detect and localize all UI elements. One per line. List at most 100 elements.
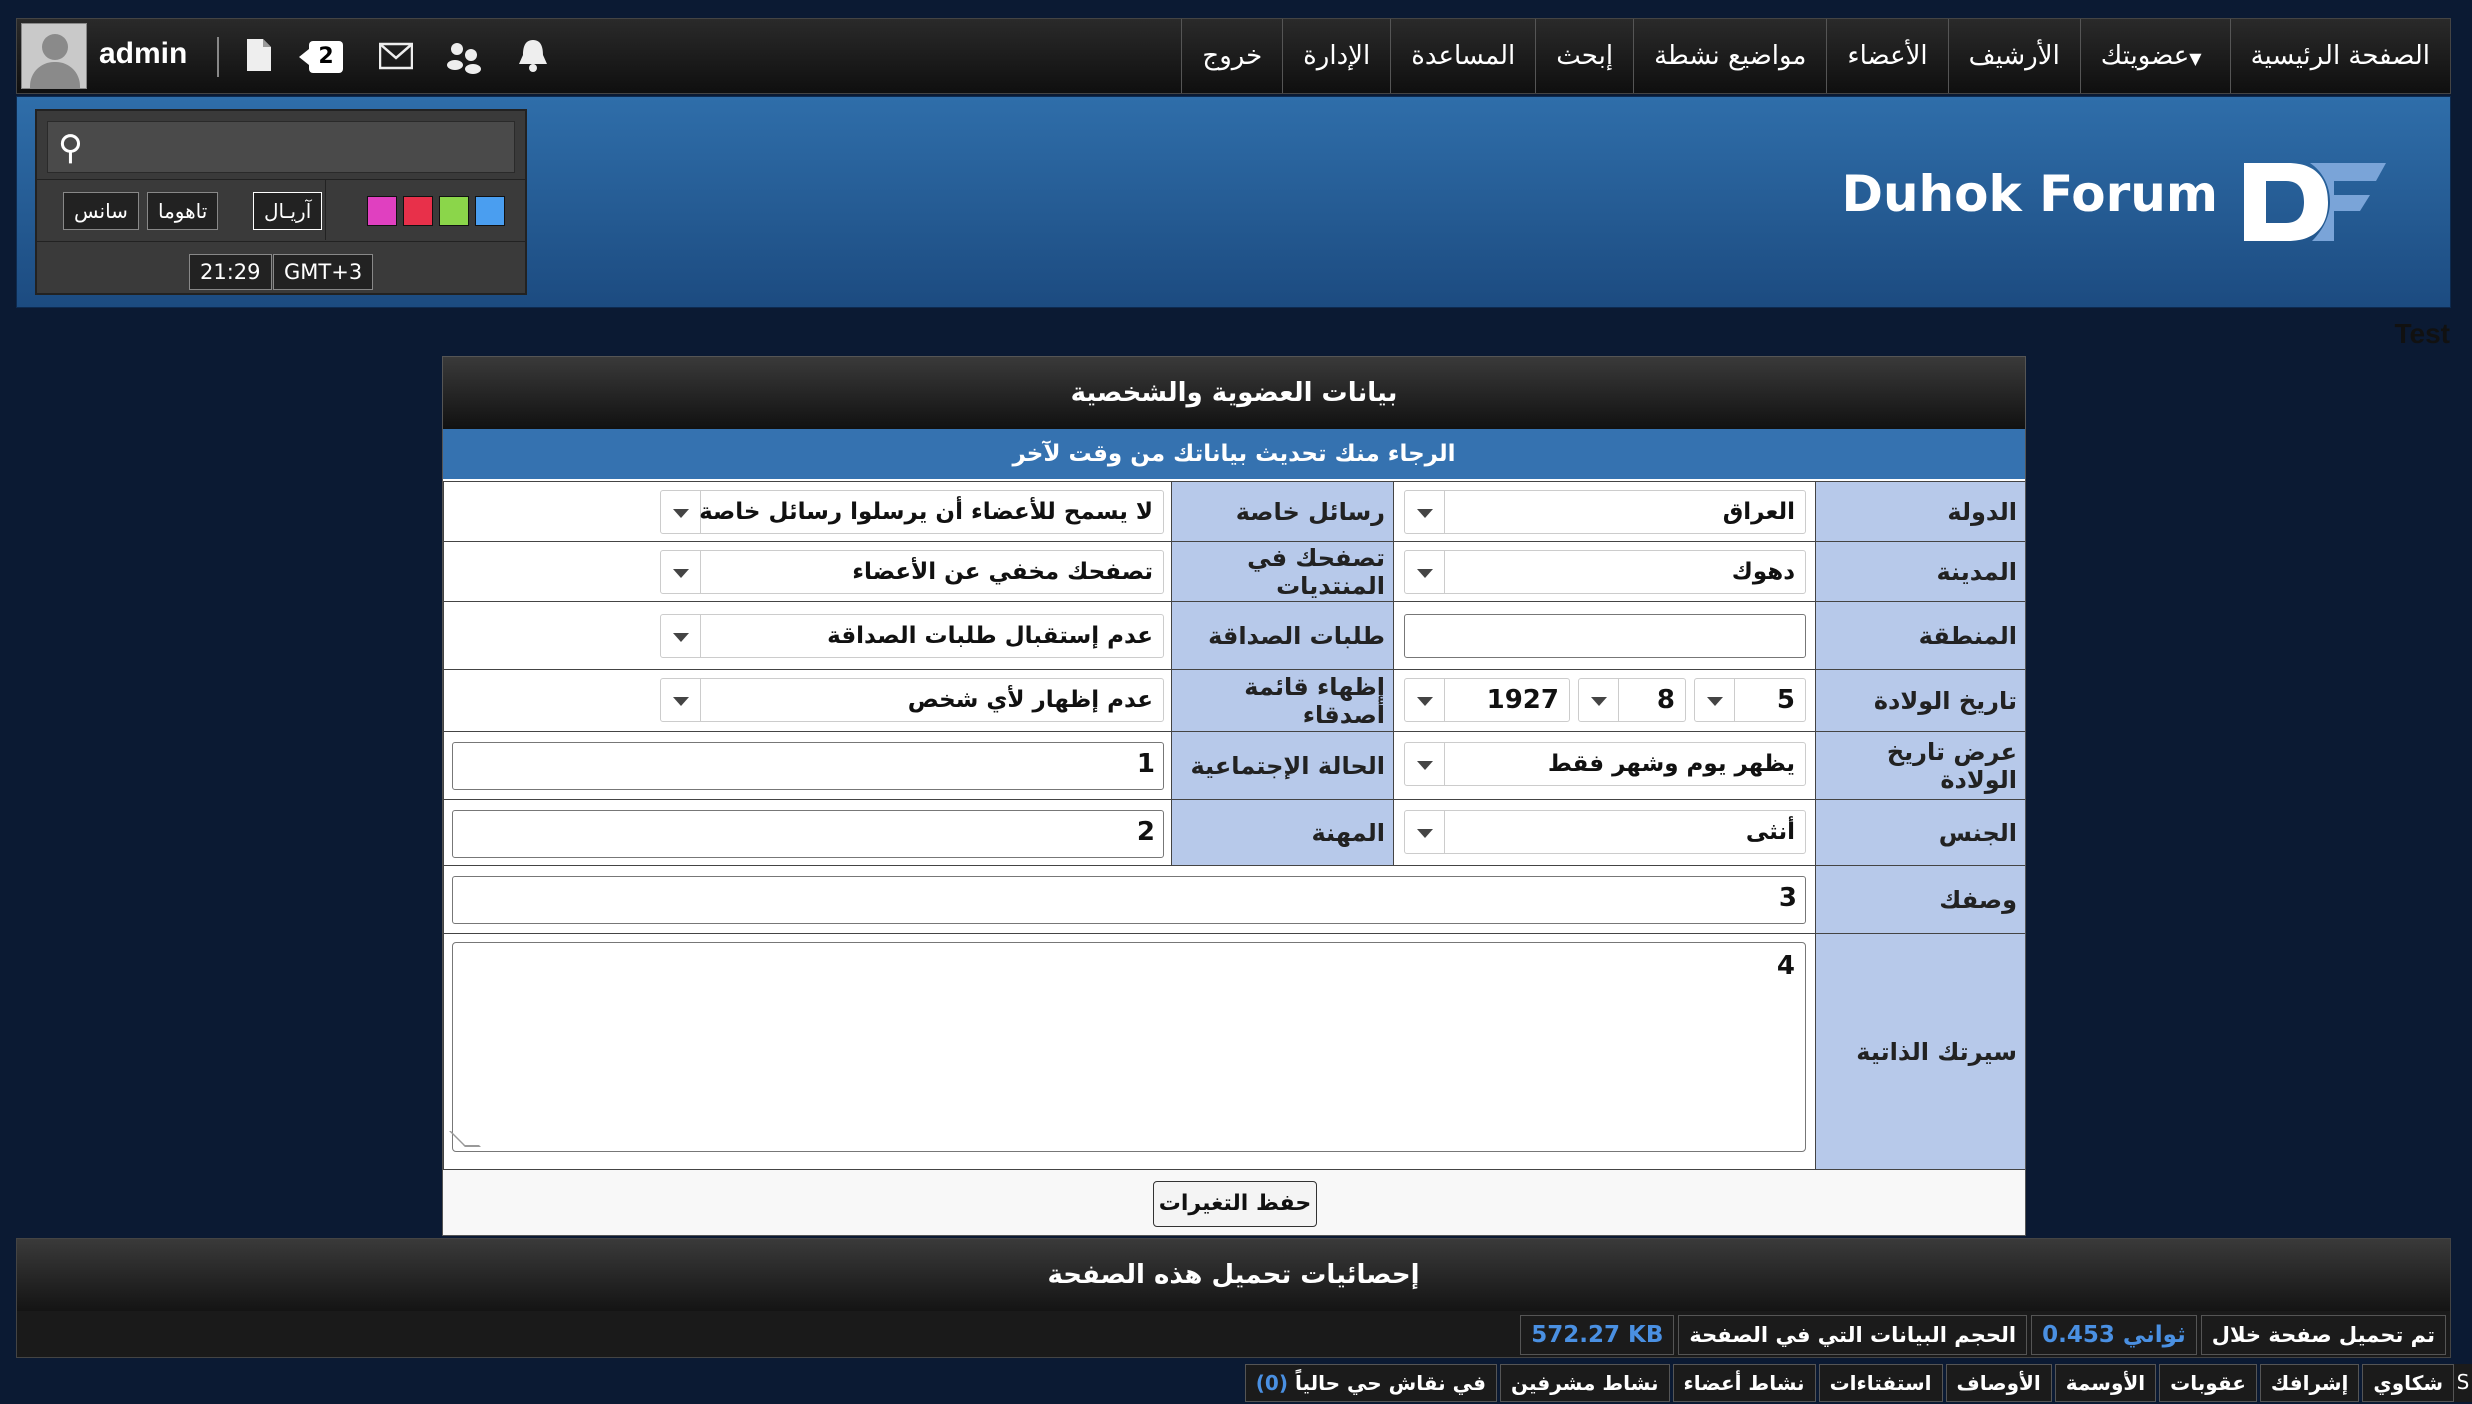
mail-icon[interactable] — [379, 41, 413, 71]
form-subtitle: الرجاء منك تحديث بياناتك من وقت لآخر — [443, 429, 2025, 479]
chevron-down-icon — [1405, 743, 1445, 785]
friend-requests-value: عدم إستقبال طلبات الصداقة — [827, 623, 1153, 649]
page-size-label: الحجم البيانات التي في الصفحة — [1678, 1315, 2028, 1355]
nav-logout[interactable]: خروج — [1181, 19, 1282, 93]
font-option-tahoma[interactable]: تاهوما — [147, 192, 219, 230]
pm-select[interactable]: لا يسمح للأعضاء أن يرسلوا رسائل خاصة — [660, 490, 1164, 534]
chevron-down-icon — [1695, 679, 1735, 721]
gender-select[interactable]: أنثى — [1404, 810, 1806, 854]
description-input[interactable]: 3 — [452, 876, 1806, 924]
user-avatar[interactable] — [21, 23, 87, 89]
search-icon[interactable]: ⚲ — [58, 128, 83, 168]
country-cell: العراق — [1393, 482, 1815, 541]
nav-archive[interactable]: الأرشيف — [1947, 19, 2080, 93]
bottom-link-medals[interactable]: الأوسمة — [2054, 1364, 2157, 1402]
nav-active-topics[interactable]: مواضيع نشطة — [1633, 19, 1826, 93]
form-row-bio: سيرتك الذاتية 4 — [443, 933, 2025, 1169]
font-option-sans[interactable]: سانس — [63, 192, 139, 230]
bottom-link-moderator-activity[interactable]: نشاط مشرفين — [1499, 1364, 1670, 1402]
nav-membership[interactable]: عضويتك▼ — [2079, 19, 2230, 93]
marital-status-input[interactable]: 1 — [452, 742, 1164, 790]
nav-admin[interactable]: الإدارة — [1282, 19, 1390, 93]
bottom-link-supervision[interactable]: إشرافك — [2259, 1364, 2360, 1402]
city-select[interactable]: دهوك — [1404, 550, 1806, 594]
friend-requests-cell: عدم إستقبال طلبات الصداقة — [443, 602, 1171, 669]
pm-label: رسائل خاصة — [1171, 482, 1393, 541]
marital-status-cell: 1 — [443, 732, 1171, 799]
bottom-edge-marker: S — [2454, 1364, 2472, 1402]
birth-display-value: يظهر يوم وشهر فقط — [1547, 751, 1795, 777]
gender-label: الجنس — [1815, 800, 2025, 865]
site-logo-icon[interactable] — [2240, 159, 2390, 245]
birth-display-select[interactable]: يظهر يوم وشهر فقط — [1404, 742, 1806, 786]
nav-search[interactable]: إبحث — [1535, 19, 1633, 93]
bottom-link-descriptions[interactable]: الأوصاف — [1945, 1364, 2052, 1402]
nav-home[interactable]: الصفحة الرئيسية — [2229, 19, 2450, 93]
font-option-arial[interactable]: آريـال — [253, 192, 323, 230]
live-chat-count: (0) — [1255, 1371, 1288, 1395]
birthdate-cell: 5 8 1927 — [1393, 670, 1815, 731]
bottom-link-live-chat[interactable]: في نقاش حي حالياً (0) — [1244, 1364, 1497, 1402]
color-swatch-magenta[interactable] — [367, 196, 397, 226]
stats-row: تم تحميل صفحة خلال 0.453 ثواني الحجم الب… — [1516, 1315, 2446, 1355]
color-swatch-green[interactable] — [439, 196, 469, 226]
friends-list-select[interactable]: عدم إظهار لأي شخص — [660, 678, 1164, 722]
site-logo-text[interactable]: Duhok Forum — [1841, 165, 2218, 223]
username[interactable]: admin — [99, 37, 187, 71]
birth-display-cell: يظهر يوم وشهر فقط — [1393, 732, 1815, 799]
form-row-city: المدينة دهوك تصفحك في المنتديات تصفحك مخ… — [443, 541, 2025, 601]
browse-select[interactable]: تصفحك مخفي عن الأعضاء — [660, 550, 1164, 594]
time-row: GMT+3 21:29 — [37, 241, 525, 295]
form-row-region: المنطقة طلبات الصداقة عدم إستقبال طلبات … — [443, 601, 2025, 669]
bio-textarea[interactable]: 4 — [452, 942, 1806, 1152]
save-changes-button[interactable]: حفظ التغيرات — [1153, 1181, 1317, 1227]
nav-members[interactable]: الأعضاء — [1826, 19, 1947, 93]
region-input[interactable] — [1404, 614, 1806, 658]
notification-count-badge[interactable]: 2 — [299, 41, 343, 73]
friends-icon[interactable] — [445, 37, 483, 75]
search-input[interactable]: ⚲ — [47, 121, 515, 173]
bell-icon[interactable] — [517, 37, 549, 73]
region-cell — [1393, 602, 1815, 669]
bottom-link-complaints[interactable]: شكاوي — [2362, 1364, 2454, 1402]
nav-archive-label: الأرشيف — [1968, 41, 2060, 71]
avatar-body-shape — [30, 62, 80, 88]
birth-day-select[interactable]: 5 — [1694, 678, 1806, 722]
live-chat-label: في نقاش حي حالياً — [1294, 1371, 1486, 1395]
nav-members-label: الأعضاء — [1847, 41, 1928, 71]
document-icon[interactable] — [245, 37, 273, 73]
pm-value: لا يسمح للأعضاء أن يرسلوا رسائل خاصة — [699, 499, 1153, 525]
load-time-value: 0.453 ثواني — [2031, 1315, 2197, 1355]
birth-month-select[interactable]: 8 — [1578, 678, 1686, 722]
nav-help[interactable]: المساعدة — [1390, 19, 1535, 93]
pm-cell: لا يسمح للأعضاء أن يرسلوا رسائل خاصة — [443, 482, 1171, 541]
chevron-down-icon: ▼ — [2189, 49, 2202, 68]
browse-value: تصفحك مخفي عن الأعضاء — [852, 559, 1153, 585]
form-title: بيانات العضوية والشخصية — [443, 357, 2025, 429]
header-banner: ⚲ آريـال تاهوما سانس GMT+3 21:29 Duhok F… — [16, 96, 2451, 308]
chevron-down-icon — [661, 551, 701, 593]
city-value: دهوك — [1731, 559, 1795, 585]
birth-month-value: 8 — [1656, 685, 1675, 715]
birth-year-select[interactable]: 1927 — [1404, 678, 1570, 722]
toolbox-panel: ⚲ آريـال تاهوما سانس GMT+3 21:29 — [35, 109, 527, 295]
description-label: وصفك — [1815, 866, 2025, 933]
gender-value: أنثى — [1745, 819, 1795, 845]
friend-requests-select[interactable]: عدم إستقبال طلبات الصداقة — [660, 614, 1164, 658]
row-divider — [325, 180, 326, 240]
bottom-link-polls[interactable]: استفتاءات — [1818, 1364, 1943, 1402]
chevron-down-icon — [1405, 551, 1445, 593]
chevron-down-icon — [1405, 679, 1445, 721]
occupation-cell: 2 — [443, 800, 1171, 865]
color-swatch-red[interactable] — [403, 196, 433, 226]
color-swatch-blue[interactable] — [475, 196, 505, 226]
occupation-input[interactable]: 2 — [452, 810, 1164, 858]
bottom-link-penalties[interactable]: عقوبات — [2159, 1364, 2257, 1402]
toolbar-divider — [217, 37, 219, 77]
bio-label: سيرتك الذاتية — [1815, 934, 2025, 1169]
bottom-link-member-activity[interactable]: نشاط أعضاء — [1672, 1364, 1816, 1402]
bio-cell: 4 — [443, 934, 1815, 1169]
country-select[interactable]: العراق — [1404, 490, 1806, 534]
stats-title: إحصائيات تحميل هذه الصفحة — [17, 1239, 2450, 1311]
birth-year-value: 1927 — [1486, 685, 1559, 715]
